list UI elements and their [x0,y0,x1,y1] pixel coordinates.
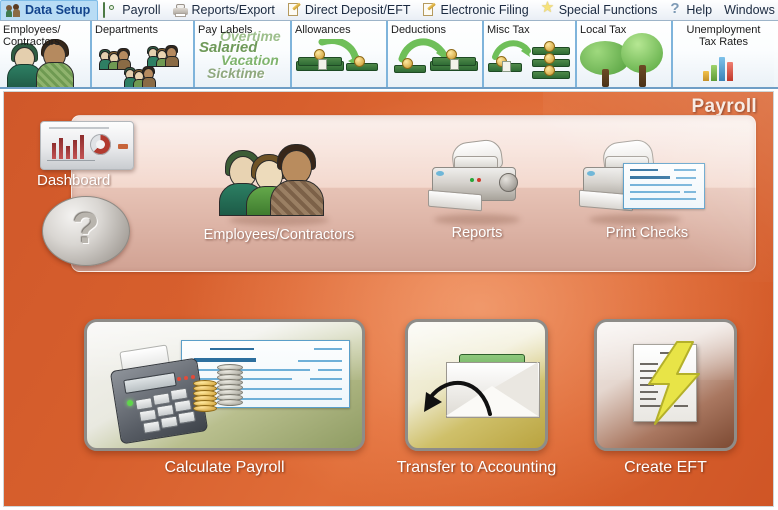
shelf-panel: Employees/Contractors Reports Print Chec… [71,115,756,272]
tab-label: Pay Labels [198,24,253,36]
menu-item-label: Payroll [122,2,161,17]
shelf-item-employees-contractors[interactable]: Employees/Contractors [199,136,359,246]
menu-item-label: Special Functions [558,2,658,17]
application-window: Data Setup Payroll Reports/Export Direct… [0,0,778,510]
menu-item-windows[interactable]: Windows [719,0,778,20]
card-label: Create EFT [624,459,707,476]
card-label: Calculate Payroll [164,459,285,476]
menu-item-label: Reports/Export [191,2,275,17]
payroll-stage: Payroll Employees/Contractors Reports Pr… [3,91,774,507]
help-button[interactable]: ? [42,196,130,266]
tab-allowances[interactable]: Allowances [292,21,388,87]
shelf-item-reports[interactable]: Reports [412,132,542,247]
lightning-bolt-icon [648,341,700,425]
printer-icon [424,138,528,214]
tab-deductions[interactable]: Deductions [388,21,484,87]
pay-word: Sicktime [207,65,265,81]
menu-item-label: Windows [724,2,775,17]
tab-label: Departments [95,24,158,36]
menu-bar: Data Setup Payroll Reports/Export Direct… [0,0,778,21]
document-pen-icon [287,2,301,17]
menu-item-help[interactable]: Help [664,0,719,20]
dashboard-chart-icon [40,121,134,170]
tab-label: Allowances [295,24,351,36]
dashboard-label: Dashboard [37,172,111,189]
document-pen-icon [422,2,437,17]
tab-departments[interactable]: Departments [92,21,195,87]
tab-label: Misc Tax [487,24,530,36]
calculate-payroll-card[interactable] [84,319,365,451]
printer-icon [172,3,188,17]
tab-label: Employees/ Contractors [3,24,61,48]
tab-label: Unemployment Tax Rates [686,24,761,48]
shelf-item-label: Employees/Contractors [203,227,355,243]
printer-icon [575,138,679,214]
check-icon [623,163,705,209]
tab-label: Deductions [391,24,447,36]
question-mark-icon [669,1,682,17]
people-icon [6,3,21,18]
menu-item-label: Direct Deposit/EFT [304,2,411,17]
question-mark-icon: ? [72,204,100,253]
shelf-item-label: Print Checks [605,225,689,241]
menu-item-label: Electronic Filing [440,2,529,17]
shadow [434,214,520,225]
tab-misc-tax[interactable]: Misc Tax [484,21,577,87]
money-icon [103,2,118,18]
menu-item-label: Data Setup [25,3,91,18]
menu-item-label: Help [686,2,713,17]
curved-arrow-icon [424,381,492,416]
menu-item-data-setup[interactable]: Data Setup [0,0,99,20]
tab-employees-contractors[interactable]: Employees/ Contractors [0,21,92,87]
tab-unemployment-tax-rates[interactable]: Unemployment Tax Rates [673,21,774,87]
shelf-item-print-checks[interactable]: Print Checks [567,132,727,247]
three-people-icon [215,142,347,216]
tab-strip: Employees/ Contractors Departments Overt… [0,21,778,89]
tab-pay-labels[interactable]: Overtime Salaried Vacation Sicktime Pay … [195,21,292,87]
tab-local-tax[interactable]: Local Tax [577,21,673,87]
menu-item-payroll[interactable]: Payroll [98,0,167,20]
create-eft-card[interactable] [594,319,737,451]
tab-label: Local Tax [580,24,627,36]
menu-item-reports-export[interactable]: Reports/Export [168,0,282,20]
card-label: Transfer to Accounting [396,459,557,476]
star-icon [541,0,555,17]
menu-item-special-functions[interactable]: Special Functions [536,0,665,20]
shadow [589,214,681,225]
menu-item-electronic-filing[interactable]: Electronic Filing [417,0,535,20]
shelf-item-label: Reports [451,225,503,241]
menu-item-direct-deposit-eft[interactable]: Direct Deposit/EFT [282,0,418,20]
transfer-to-accounting-card[interactable] [405,319,548,451]
